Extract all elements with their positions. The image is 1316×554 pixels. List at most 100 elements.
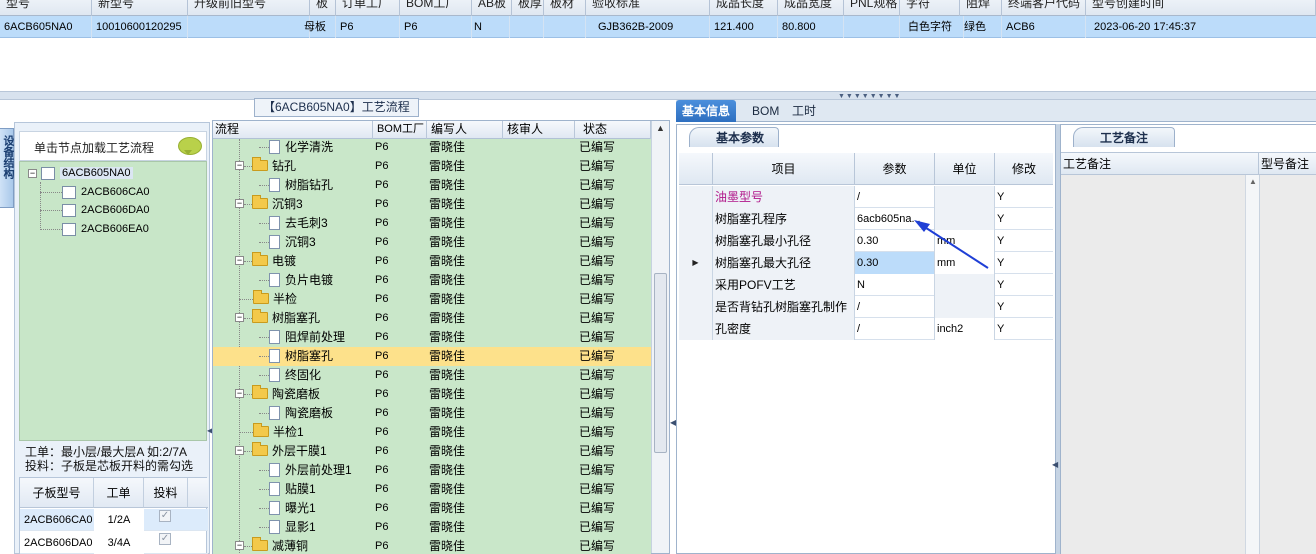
- scroll-up-icon[interactable]: ▲: [656, 123, 665, 133]
- model-grid-col-header[interactable]: 字符: [900, 0, 960, 16]
- model-grid-cell[interactable]: 白色字符: [904, 16, 964, 38]
- process-row[interactable]: 去毛刺3 P6 雷晓佳 已编写: [213, 214, 651, 233]
- param-row[interactable]: 采用POFV工艺 N Y: [679, 274, 1053, 296]
- collapse-icon[interactable]: −: [235, 541, 244, 551]
- process-row[interactable]: − 减薄铜 P6 雷晓佳 已编写: [213, 537, 651, 554]
- model-grid-col-header[interactable]: BOM工厂: [400, 0, 472, 16]
- process-row[interactable]: 沉铜3 P6 雷晓佳 已编写: [213, 233, 651, 252]
- process-row[interactable]: 曝光1 P6 雷晓佳 已编写: [213, 499, 651, 518]
- collapse-icon[interactable]: −: [235, 199, 244, 209]
- remark-scrollbar[interactable]: ▲: [1245, 175, 1259, 554]
- process-row[interactable]: − 钻孔 P6 雷晓佳 已编写: [213, 157, 651, 176]
- process-row[interactable]: 负片电镀 P6 雷晓佳 已编写: [213, 271, 651, 290]
- param-modify-flag[interactable]: Y: [995, 252, 1053, 274]
- model-grid-col-header[interactable]: 型号创建时间: [1086, 0, 1316, 16]
- model-grid-col-header[interactable]: 成品长度: [710, 0, 778, 16]
- model-grid-col-header[interactable]: 板材: [544, 0, 586, 16]
- model-grid-col-header[interactable]: 订单工厂: [336, 0, 400, 16]
- param-modify-flag[interactable]: Y: [995, 296, 1053, 318]
- model-grid-cell[interactable]: GJB362B-2009: [594, 16, 710, 38]
- model-grid-cell[interactable]: 2023-06-20 17:45:37: [1090, 16, 1316, 38]
- model-grid-cell[interactable]: N: [470, 16, 510, 38]
- process-row[interactable]: 外层前处理1 P6 雷晓佳 已编写: [213, 461, 651, 480]
- model-grid-cell[interactable]: P6: [400, 16, 472, 38]
- tab-labor-hours[interactable]: 工时: [786, 100, 822, 122]
- param-modify-flag[interactable]: Y: [995, 318, 1053, 340]
- model-grid-col-header[interactable]: 成品宽度: [778, 0, 844, 16]
- process-flow-scrollbar[interactable]: ▲: [651, 121, 669, 553]
- process-row[interactable]: 半检1 P6 雷晓佳 已编写: [213, 423, 651, 442]
- param-modify-flag[interactable]: Y: [995, 230, 1053, 252]
- model-grid-cell[interactable]: [544, 16, 586, 38]
- feed-checkbox[interactable]: ✓: [159, 533, 171, 545]
- process-row[interactable]: − 电镀 P6 雷晓佳 已编写: [213, 252, 651, 271]
- collapse-icon[interactable]: −: [235, 256, 244, 266]
- param-modify-flag[interactable]: Y: [995, 274, 1053, 296]
- param-row[interactable]: 是否背钻孔树脂塞孔制作 / Y: [679, 296, 1053, 318]
- sub-board-row[interactable]: 2ACB606CA0 1/2A ✓: [20, 509, 208, 531]
- model-grid-col-header[interactable]: 型号: [0, 0, 92, 16]
- scroll-thumb[interactable]: [654, 273, 667, 453]
- process-row[interactable]: − 外层干膜1 P6 雷晓佳 已编写: [213, 442, 651, 461]
- process-row[interactable]: 树脂塞孔 P6 雷晓佳 已编写: [213, 347, 651, 366]
- model-grid-cell[interactable]: 6ACB605NA0: [0, 16, 92, 38]
- model-grid-col-header[interactable]: 板: [310, 0, 336, 16]
- feed-checkbox[interactable]: ✓: [159, 510, 171, 522]
- model-grid-selected-row[interactable]: 6ACB605NA0 10010600120295 母板 P6 P6 N GJB362B-2…: [0, 16, 1316, 38]
- process-row[interactable]: 化学清洗 P6 雷晓佳 已编写: [213, 139, 651, 157]
- collapse-icon[interactable]: −: [235, 313, 244, 323]
- horizontal-splitter[interactable]: ▼▼▼▼▼▼▼▼: [0, 92, 1316, 100]
- tab-basic-info[interactable]: 基本信息: [676, 100, 737, 122]
- param-value-input[interactable]: /: [855, 318, 935, 340]
- process-row[interactable]: 半检 P6 雷晓佳 已编写: [213, 290, 651, 309]
- model-grid-cell[interactable]: 绿色: [960, 16, 1002, 38]
- model-grid-cell[interactable]: 121.400: [710, 16, 778, 38]
- collapse-icon[interactable]: −: [28, 168, 37, 178]
- model-grid-cell[interactable]: [188, 16, 310, 38]
- process-row[interactable]: 阻焊前处理 P6 雷晓佳 已编写: [213, 328, 651, 347]
- scroll-up-icon[interactable]: ▲: [1249, 177, 1257, 186]
- model-grid-col-header[interactable]: 终端客户代码: [1002, 0, 1086, 16]
- tree-node-root[interactable]: −6ACB605NA0: [28, 164, 133, 182]
- process-row[interactable]: 树脂钻孔 P6 雷晓佳 已编写: [213, 176, 651, 195]
- model-grid-col-header[interactable]: AB板: [472, 0, 512, 16]
- param-row[interactable]: 油墨型号 / Y: [679, 186, 1053, 208]
- process-row[interactable]: − 陶瓷磨板 P6 雷晓佳 已编写: [213, 385, 651, 404]
- model-grid-col-header[interactable]: 阻焊: [960, 0, 1002, 16]
- model-grid-col-header[interactable]: 新型号: [92, 0, 188, 16]
- tab-bom[interactable]: BOM: [746, 100, 785, 122]
- tree-node-child[interactable]: 2ACB606CA0: [62, 183, 150, 201]
- model-grid-cell[interactable]: [844, 16, 900, 38]
- sub-board-order[interactable]: 3/4A: [94, 532, 144, 554]
- model-grid-col-header[interactable]: 板厚: [512, 0, 544, 16]
- model-grid-cell[interactable]: [512, 16, 544, 38]
- param-row[interactable]: 孔密度 / inch2 Y: [679, 318, 1053, 340]
- model-grid-cell[interactable]: ACB6: [1002, 16, 1086, 38]
- param-value-input[interactable]: N: [855, 274, 935, 296]
- sub-board-order[interactable]: 1/2A: [94, 509, 144, 531]
- process-row[interactable]: − 沉铜3 P6 雷晓佳 已编写: [213, 195, 651, 214]
- process-row[interactable]: 陶瓷磨板 P6 雷晓佳 已编写: [213, 404, 651, 423]
- model-grid-col-header[interactable]: 验收标准: [586, 0, 710, 16]
- model-grid-cell[interactable]: 母板: [300, 16, 336, 38]
- collapse-icon[interactable]: −: [235, 161, 244, 171]
- model-grid-col-header[interactable]: PNL规格: [844, 0, 900, 16]
- model-grid-col-header[interactable]: 升级前旧型号: [188, 0, 310, 16]
- process-row[interactable]: 终固化 P6 雷晓佳 已编写: [213, 366, 651, 385]
- param-modify-flag[interactable]: Y: [995, 186, 1053, 208]
- collapse-right-icon[interactable]: ◀: [1052, 460, 1058, 469]
- model-grid-cell[interactable]: 80.800: [778, 16, 844, 38]
- process-row[interactable]: 显影1 P6 雷晓佳 已编写: [213, 518, 651, 537]
- model-grid-cell[interactable]: P6: [336, 16, 400, 38]
- collapse-icon[interactable]: −: [235, 389, 244, 399]
- tree-node-child[interactable]: 2ACB606EA0: [62, 220, 149, 238]
- collapse-icon[interactable]: −: [235, 446, 244, 456]
- model-grid-cell[interactable]: 10010600120295: [92, 16, 188, 38]
- device-structure-tab[interactable]: 设备结构: [0, 128, 14, 208]
- tree-node-child[interactable]: 2ACB606DA0: [62, 201, 150, 219]
- param-modify-flag[interactable]: Y: [995, 208, 1053, 230]
- process-row[interactable]: 贴膜1 P6 雷晓佳 已编写: [213, 480, 651, 499]
- process-row[interactable]: − 树脂塞孔 P6 雷晓佳 已编写: [213, 309, 651, 328]
- splitter-grip-icon[interactable]: ▼▼▼▼▼▼▼▼: [838, 93, 901, 100]
- param-value-input[interactable]: /: [855, 296, 935, 318]
